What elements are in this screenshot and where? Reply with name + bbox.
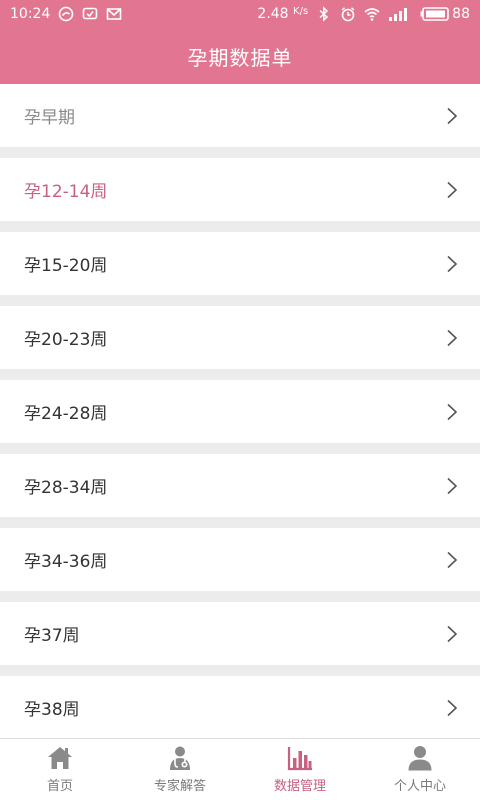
notification-message-icon [82, 6, 98, 22]
chevron-right-icon [446, 625, 458, 643]
list-divider [0, 517, 480, 528]
status-time: 10:24 [10, 6, 51, 22]
list-item-label: 孕12-14周 [24, 182, 108, 202]
alarm-icon [340, 6, 356, 22]
list-item-early-pregnancy[interactable]: 孕早期 [0, 84, 480, 147]
chevron-right-icon [446, 255, 458, 273]
nav-label: 专家解答 [153, 779, 206, 794]
list-item-week-15-20[interactable]: 孕15-20周 [0, 232, 480, 295]
list-item-week-37[interactable]: 孕37周 [0, 602, 480, 665]
nav-item-personal-center[interactable]: 个人中心 [360, 739, 480, 800]
chevron-right-icon [446, 403, 458, 421]
user-icon [406, 745, 434, 771]
list-divider [0, 591, 480, 602]
list-item-label: 孕37周 [24, 626, 80, 646]
network-speed: 2.48 K/s [257, 6, 309, 22]
list-divider [0, 295, 480, 306]
nav-item-expert-answers[interactable]: 专家解答 [120, 739, 240, 800]
list-item-label: 孕15-20周 [24, 256, 108, 276]
list-item-label: 孕早期 [24, 108, 75, 128]
nav-item-home[interactable]: 首页 [0, 739, 120, 800]
nav-label: 数据管理 [273, 779, 326, 794]
bar-chart-icon [286, 745, 314, 771]
signal-icon [388, 6, 412, 22]
list-item-label: 孕34-36周 [24, 552, 108, 572]
notification-mail-icon [106, 6, 122, 22]
chevron-right-icon [446, 181, 458, 199]
list-item-label: 孕28-34周 [24, 478, 108, 498]
list-item-week-12-14[interactable]: 孕12-14周 [0, 158, 480, 221]
nav-label: 个人中心 [393, 779, 446, 794]
page-title: 孕期数据单 [187, 45, 293, 70]
battery-indicator: 88 [420, 6, 470, 22]
app-screen: 10:24 2.48 K/s 88 孕期数据单 孕早期 孕12-14周 孕15-… [0, 0, 480, 800]
app-header: 孕期数据单 [0, 28, 480, 84]
battery-level: 88 [452, 6, 470, 22]
list-item-week-28-34[interactable]: 孕28-34周 [0, 454, 480, 517]
list-item-week-38[interactable]: 孕38周 [0, 676, 480, 738]
list-item-label: 孕24-28周 [24, 404, 108, 424]
list-item-week-20-23[interactable]: 孕20-23周 [0, 306, 480, 369]
list-divider [0, 665, 480, 676]
status-bar-left: 10:24 [0, 6, 122, 22]
list-divider [0, 147, 480, 158]
nav-label: 首页 [46, 779, 73, 794]
bottom-navigation: 首页 专家解答 数据管理 个人中心 [0, 738, 480, 800]
notification-app-icon [58, 6, 74, 22]
list-item-week-24-28[interactable]: 孕24-28周 [0, 380, 480, 443]
pregnancy-period-list: 孕早期 孕12-14周 孕15-20周 孕20-23周 孕24-28周 孕28-… [0, 84, 480, 738]
nav-item-data-management[interactable]: 数据管理 [240, 739, 360, 800]
chevron-right-icon [446, 699, 458, 717]
list-item-label: 孕20-23周 [24, 330, 108, 350]
battery-icon [420, 6, 450, 22]
home-icon [46, 745, 74, 771]
status-bar-right: 2.48 K/s 88 [257, 6, 480, 22]
status-bar: 10:24 2.48 K/s 88 [0, 0, 480, 28]
list-divider [0, 221, 480, 232]
list-divider [0, 369, 480, 380]
chevron-right-icon [446, 477, 458, 495]
bluetooth-icon [316, 6, 332, 22]
wifi-icon [364, 6, 380, 22]
list-item-label: 孕38周 [24, 700, 80, 720]
list-item-week-34-36[interactable]: 孕34-36周 [0, 528, 480, 591]
chevron-right-icon [446, 329, 458, 347]
chevron-right-icon [446, 551, 458, 569]
doctor-icon [166, 745, 194, 771]
chevron-right-icon [446, 107, 458, 125]
list-divider [0, 443, 480, 454]
